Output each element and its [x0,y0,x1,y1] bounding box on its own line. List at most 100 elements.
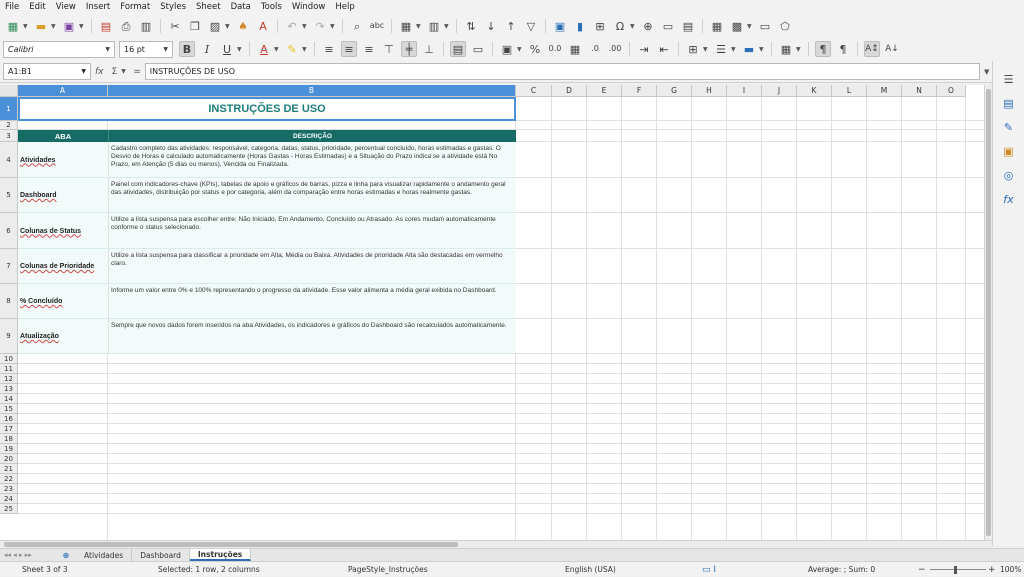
remove-decimal-icon[interactable]: .00 [607,41,623,57]
column-header-l[interactable]: L [832,85,867,97]
aba-cell[interactable]: Atividades [18,142,108,178]
styles-icon[interactable]: ✎ [1001,119,1017,135]
border-color-dropdown-icon[interactable]: ▼ [759,46,765,53]
row-header-7[interactable]: 7 [0,249,18,284]
align-bottom-icon[interactable]: ⊥ [421,41,437,57]
horizontal-scroll-thumb[interactable] [4,542,458,547]
row-header-24[interactable]: 24 [0,494,18,504]
spreadsheet-grid[interactable]: ABCDEFGHIJKLMNO 1 2 3 4 5 6 7 8 9 10 11 12 13 14 15 16 1… [0,85,992,540]
freeze-dropdown-icon[interactable]: ▼ [747,23,753,30]
insert-chart-icon[interactable]: ▮ [572,18,588,34]
sidebar-menu-icon[interactable]: ☰ [1001,71,1017,87]
align-right-icon[interactable]: ≡ [361,41,377,57]
paste-dropdown-icon[interactable]: ▼ [225,23,231,30]
add-decimal-icon[interactable]: .0 [587,41,603,57]
column-dropdown-icon[interactable]: ▼ [444,23,450,30]
conditional-dropdown-icon[interactable]: ▼ [796,46,802,53]
row-header-6[interactable]: 6 [0,213,18,249]
show-draw-functions-icon[interactable]: ⬠ [777,18,793,34]
menu-styles[interactable]: Styles [155,0,191,15]
special-character-dropdown-icon[interactable]: ▼ [630,23,636,30]
increase-indent-icon[interactable]: ⇥ [636,41,652,57]
sort-ascending-icon[interactable]: ↓ [483,18,499,34]
status-pagestyle[interactable]: PageStyle_Instruções [348,562,428,577]
background-color-icon[interactable]: ✎ [284,41,300,57]
new-icon[interactable]: ▦ [5,18,21,34]
conditional-format-icon[interactable]: ▦ [778,41,794,57]
properties-icon[interactable]: ▤ [1001,95,1017,111]
descricao-cell[interactable]: Painel com indicadores-chave (KPIs), tab… [108,178,516,213]
navigator-icon[interactable]: ◎ [1001,167,1017,183]
row-header-16[interactable]: 16 [0,414,18,424]
align-center-icon[interactable]: ≡ [341,41,357,57]
row-header-2[interactable]: 2 [0,121,18,130]
currency-dropdown-icon[interactable]: ▼ [517,46,523,53]
row-header-1[interactable]: 1 [0,97,18,121]
cut-icon[interactable]: ✂ [167,18,183,34]
sort-icon[interactable]: ⇅ [463,18,479,34]
row-header-13[interactable]: 13 [0,384,18,394]
row-header-22[interactable]: 22 [0,474,18,484]
copy-icon[interactable]: ❐ [187,18,203,34]
row-header-11[interactable]: 11 [0,364,18,374]
column-header-e[interactable]: E [587,85,622,97]
descricao-cell[interactable]: Informe um valor entre 0% e 100% represe… [108,284,516,319]
descricao-cell[interactable]: Cadastro completo das atividades: respon… [108,142,516,178]
undo-icon[interactable]: ↶ [284,18,300,34]
column-header-o[interactable]: O [937,85,966,97]
column-header-j[interactable]: J [762,85,797,97]
menu-window[interactable]: Window [287,0,331,15]
sum-icon[interactable]: Σ [112,67,118,77]
border-style-dropdown-icon[interactable]: ▼ [731,46,737,53]
redo-dropdown-icon[interactable]: ▼ [330,23,336,30]
column-header-h[interactable]: H [692,85,727,97]
percent-format-icon[interactable]: % [527,41,543,57]
header-descricao[interactable]: DESCRIÇÃO [108,130,516,142]
menu-help[interactable]: Help [330,0,359,15]
menu-edit[interactable]: Edit [24,0,50,15]
row-header-4[interactable]: 4 [0,142,18,178]
tab-atividades[interactable]: Atividades [76,549,133,561]
header-aba[interactable]: ABA [18,130,108,142]
row-header-18[interactable]: 18 [0,434,18,444]
font-size-combo[interactable]: 16 pt ▼ [119,40,173,58]
vertical-scrollbar[interactable] [984,85,992,540]
font-name-combo[interactable]: Calibri ▼ [3,40,115,58]
formula-icon[interactable]: = [133,67,141,77]
borders-dropdown-icon[interactable]: ▼ [703,46,709,53]
text-direction-vertical-icon[interactable]: A↓ [884,41,900,57]
vertical-scroll-thumb[interactable] [986,89,991,536]
right-to-left-icon[interactable]: ¶ [835,41,851,57]
freeze-rows-columns-icon[interactable]: ▩ [729,18,745,34]
underline-dropdown-icon[interactable]: ▼ [237,46,243,53]
undo-dropdown-icon[interactable]: ▼ [302,23,308,30]
zoom-out-icon[interactable]: − [918,562,926,577]
print-icon[interactable]: ⎙ [118,18,134,34]
print-preview-icon[interactable]: ▥ [138,18,154,34]
define-print-area-icon[interactable]: ▦ [709,18,725,34]
autofilter-icon[interactable]: ▽ [523,18,539,34]
menu-format[interactable]: Format [115,0,155,15]
merge-center-icon[interactable]: ▭ [470,41,486,57]
row-header-25[interactable]: 25 [0,504,18,514]
paste-icon[interactable]: ▨ [207,18,223,34]
align-left-icon[interactable]: ≡ [321,41,337,57]
name-box[interactable]: A1:B1 ▼ [3,63,91,80]
special-character-icon[interactable]: Ω [612,18,628,34]
title-cell[interactable]: INSTRUÇÕES DE USO [18,97,516,121]
gallery-icon[interactable]: ▣ [1001,143,1017,159]
currency-format-icon[interactable]: ▣ [499,41,515,57]
clone-formatting-icon[interactable]: ♠ [235,18,251,34]
border-style-icon[interactable]: ☰ [713,41,729,57]
italic-icon[interactable]: I [199,41,215,57]
aba-cell[interactable]: Atualização [18,319,108,354]
borders-icon[interactable]: ⊞ [685,41,701,57]
column-header-k[interactable]: K [797,85,832,97]
tab-dashboard[interactable]: Dashboard [132,549,190,561]
row-header-9[interactable]: 9 [0,319,18,354]
tab-instrucoes[interactable]: Instruções [189,549,252,561]
descricao-cell[interactable]: Utilize a lista suspensa para classifica… [108,249,516,284]
zoom-in-icon[interactable]: + [988,562,996,577]
row-icon[interactable]: ▦ [398,18,414,34]
redo-icon[interactable]: ↷ [312,18,328,34]
